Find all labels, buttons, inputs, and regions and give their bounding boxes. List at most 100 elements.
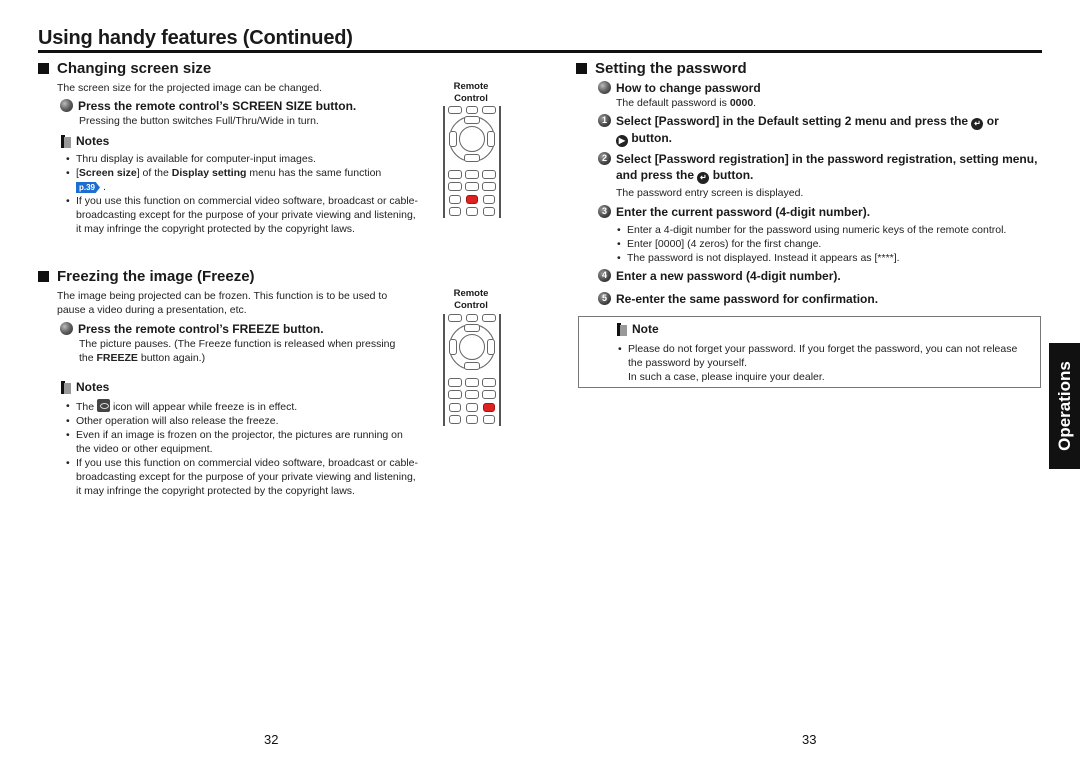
remote-button — [448, 378, 462, 387]
remote-button — [448, 390, 462, 399]
note-text: icon will appear while freeze is in effe… — [112, 401, 298, 413]
remote-button — [482, 182, 496, 191]
remote-button — [482, 378, 496, 387]
remote-button — [465, 390, 479, 399]
notes-heading: Notes — [61, 134, 109, 148]
screen-size-notes: Thru display is available for computer-i… — [65, 152, 420, 236]
step-number-icon: 2 — [598, 152, 611, 165]
section-square-icon — [576, 63, 587, 74]
password-step-1: 1 Select [Password] in the Default setti… — [598, 113, 1038, 147]
note-bold: Display setting — [171, 167, 247, 179]
default-password-value: 0000 — [729, 97, 754, 109]
remote-dpad-inner — [459, 126, 485, 152]
remote-button — [466, 106, 478, 114]
screen-size-step: Press the remote control’s SCREEN SIZE b… — [60, 98, 356, 114]
detail-text: button again.) — [137, 352, 206, 364]
remote-key-1 — [449, 195, 461, 204]
remote-key-4 — [449, 415, 461, 424]
note-item: The icon will appear while freeze is in … — [65, 399, 420, 414]
step-bullet-icon — [598, 81, 611, 94]
how-to-change-password: How to change password — [598, 80, 761, 96]
section-heading-screen-size: Changing screen size — [38, 60, 211, 77]
note-item: Thru display is available for computer-i… — [65, 152, 420, 166]
remote-key-6 — [483, 415, 495, 424]
remote-key-1 — [449, 403, 461, 412]
note-heading: Note — [617, 322, 659, 336]
step-text: Select [Password] in the Default setting… — [616, 113, 999, 147]
notes-icon — [61, 380, 71, 394]
freeze-step-detail: The picture pauses. (The Freeze function… — [79, 337, 399, 365]
detail-bold: FREEZE — [96, 352, 138, 364]
step-text: Press the remote control’s FREEZE button… — [78, 322, 324, 336]
step-bullet-icon — [60, 99, 73, 112]
section-title: Setting the password — [595, 60, 747, 77]
notes-heading: Notes — [61, 380, 109, 394]
note-item: If you use this function on commercial v… — [65, 194, 420, 236]
step-number-icon: 4 — [598, 269, 611, 282]
section-heading-freeze: Freezing the image (Freeze) — [38, 268, 255, 285]
remote-label-line: Control — [454, 93, 488, 104]
notes-icon — [61, 134, 71, 148]
note-item: Even if an image is frozen on the projec… — [65, 428, 420, 456]
step-text: Re-enter the same password for confirmat… — [616, 292, 879, 306]
step-text-part: Select [Password registration] in the pa… — [616, 152, 1038, 182]
password-step-2: 2 Select [Password registration] in the … — [598, 151, 1038, 184]
page-number-left: 32 — [264, 732, 279, 747]
step-text: Enter a new password (4-digit number). — [616, 269, 841, 283]
note-list: Please do not forget your password. If y… — [617, 342, 1027, 384]
notes-label: Notes — [76, 380, 110, 394]
screen-size-step-detail: Pressing the button switches Full/Thru/W… — [79, 115, 319, 127]
step-text-part: Select [Password] in the Default setting… — [616, 114, 969, 128]
notes-label: Note — [632, 322, 659, 336]
step-number-icon: 1 — [598, 114, 611, 127]
remote-key-3 — [483, 195, 495, 204]
remote-button — [448, 314, 462, 322]
detail-text: . — [753, 97, 757, 109]
password-note-box: Note Please do not forget your password.… — [578, 316, 1041, 388]
remote-button — [448, 170, 462, 179]
title-divider — [38, 50, 1042, 53]
page-number-right: 33 — [802, 732, 817, 747]
note-text: ] of the — [136, 167, 172, 179]
remote-control-illustration — [443, 106, 501, 218]
enter-button-icon: ↵ — [697, 172, 710, 184]
remote-control-label: Remote Control — [441, 288, 501, 312]
note-text: Please do not forget your password. If y… — [628, 343, 1018, 369]
remote-screen-size-key-highlight — [466, 195, 478, 204]
bullet-item: Enter [0000] (4 zeros) for the first cha… — [616, 237, 1046, 251]
note-text: The — [76, 401, 95, 413]
step-text: Enter the current password (4-digit numb… — [616, 205, 871, 219]
screen-size-intro: The screen size for the projected image … — [57, 82, 322, 94]
step-text: Press the remote control’s SCREEN SIZE b… — [78, 99, 357, 113]
section-title: Freezing the image (Freeze) — [57, 268, 255, 285]
remote-control-illustration — [443, 314, 501, 426]
side-tab-label: Operations — [1054, 361, 1074, 451]
freeze-icon — [97, 399, 111, 412]
freeze-notes: The icon will appear while freeze is in … — [65, 399, 420, 498]
step-number-icon: 5 — [598, 292, 611, 305]
section-title: Changing screen size — [57, 60, 212, 77]
step-text-part: button. — [631, 131, 672, 145]
note-text: . — [102, 181, 106, 193]
remote-key-5 — [466, 415, 478, 424]
password-step-3: 3 Enter the current password (4-digit nu… — [598, 204, 870, 220]
page-reference-link[interactable]: p.39 — [76, 182, 101, 193]
step-2-detail: The password entry screen is displayed. — [616, 187, 804, 199]
right-button-icon: ▶ — [616, 135, 628, 147]
note-text: menu has the same function — [246, 167, 382, 179]
remote-label-line: Remote — [453, 81, 489, 92]
notes-icon — [617, 322, 627, 336]
note-text: In such a case, please inquire your deal… — [628, 371, 825, 383]
freeze-step: Press the remote control’s FREEZE button… — [60, 321, 324, 337]
operations-side-tab: Operations — [1049, 343, 1080, 469]
remote-down-button — [464, 154, 480, 162]
remote-key-2 — [466, 403, 478, 412]
remote-key-6 — [483, 207, 495, 216]
remote-up-button — [464, 116, 480, 124]
remote-button — [482, 170, 496, 179]
bullet-item: The password is not displayed. Instead i… — [616, 251, 1046, 265]
note-bold: Screen size — [78, 167, 137, 179]
remote-left-button — [449, 339, 457, 355]
remote-left-button — [449, 131, 457, 147]
remote-label-line: Control — [454, 300, 488, 311]
